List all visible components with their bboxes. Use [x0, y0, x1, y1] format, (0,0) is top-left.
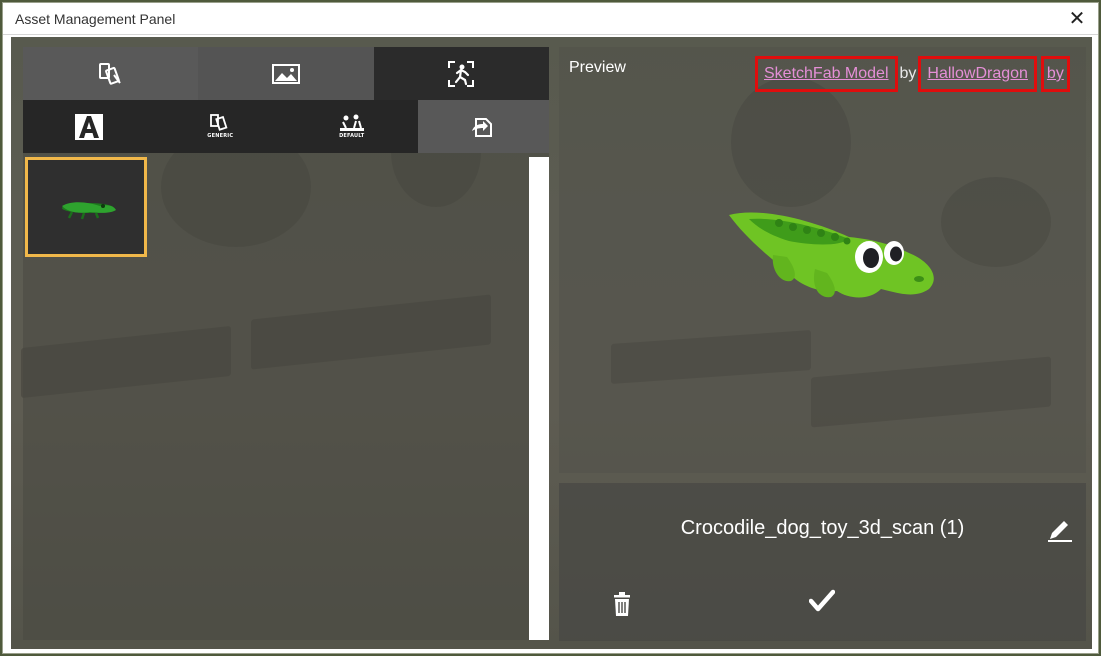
generic-assets-icon — [97, 61, 125, 87]
tab-images[interactable] — [198, 47, 374, 100]
letter-a-icon — [74, 113, 103, 140]
asset-thumbnail[interactable] — [25, 157, 147, 257]
preview-label: Preview — [569, 59, 626, 76]
window-title: Asset Management Panel — [15, 11, 176, 27]
person-frame-icon — [447, 60, 475, 88]
preview-panel: Preview SketchFab Model by HallowDragon … — [559, 47, 1086, 473]
generic-tab-content: GENERIC — [207, 114, 233, 139]
asset-management-window: Asset Management Panel ✕ GENERIC DEFAULT… — [2, 2, 1099, 654]
attribution-links: SketchFab Model by HallowDragon by — [755, 56, 1070, 92]
tab-avatars[interactable] — [373, 47, 549, 100]
asset-info-panel: Crocodile_dog_toy_3d_scan (1) — [559, 483, 1086, 641]
trash-icon[interactable] — [611, 591, 633, 617]
scene-background: GENERIC DEFAULT Preview SketchFab Model … — [11, 37, 1092, 649]
category-tabs — [23, 47, 549, 100]
image-icon — [271, 63, 300, 84]
author-link[interactable]: HallowDragon — [918, 56, 1037, 92]
title-bar: Asset Management Panel ✕ — [3, 3, 1098, 35]
asset-browser-panel: GENERIC DEFAULT — [23, 47, 549, 640]
tab-text-assets[interactable] — [23, 100, 155, 153]
attribution-by-text: by — [899, 65, 917, 82]
tab-generic-assets[interactable] — [23, 47, 199, 100]
crocodile-3d-model — [729, 212, 934, 298]
crocodile-thumbnail-image — [62, 202, 116, 220]
tab-imported[interactable] — [417, 100, 549, 153]
checkmark-confirm-icon[interactable] — [809, 589, 835, 613]
asset-name: Crocodile_dog_toy_3d_scan (1) — [680, 517, 965, 539]
tab-default[interactable]: DEFAULT — [286, 100, 418, 153]
default-tab-content: DEFAULT — [339, 114, 365, 139]
subcategory-tabs: GENERIC DEFAULT — [23, 100, 549, 153]
default-tab-label: DEFAULT — [339, 133, 365, 139]
import-icon — [470, 115, 496, 139]
tab-generic[interactable]: GENERIC — [154, 100, 286, 153]
sketchfab-model-link[interactable]: SketchFab Model — [755, 56, 898, 92]
generic-icon — [209, 114, 231, 132]
asset-list-scrollbar[interactable] — [529, 157, 549, 640]
generic-tab-label: GENERIC — [207, 133, 234, 139]
by-link[interactable]: by — [1040, 56, 1070, 92]
pencil-edit-icon[interactable] — [1046, 519, 1074, 543]
close-icon[interactable]: ✕ — [1066, 7, 1088, 29]
default-icon — [339, 114, 365, 132]
